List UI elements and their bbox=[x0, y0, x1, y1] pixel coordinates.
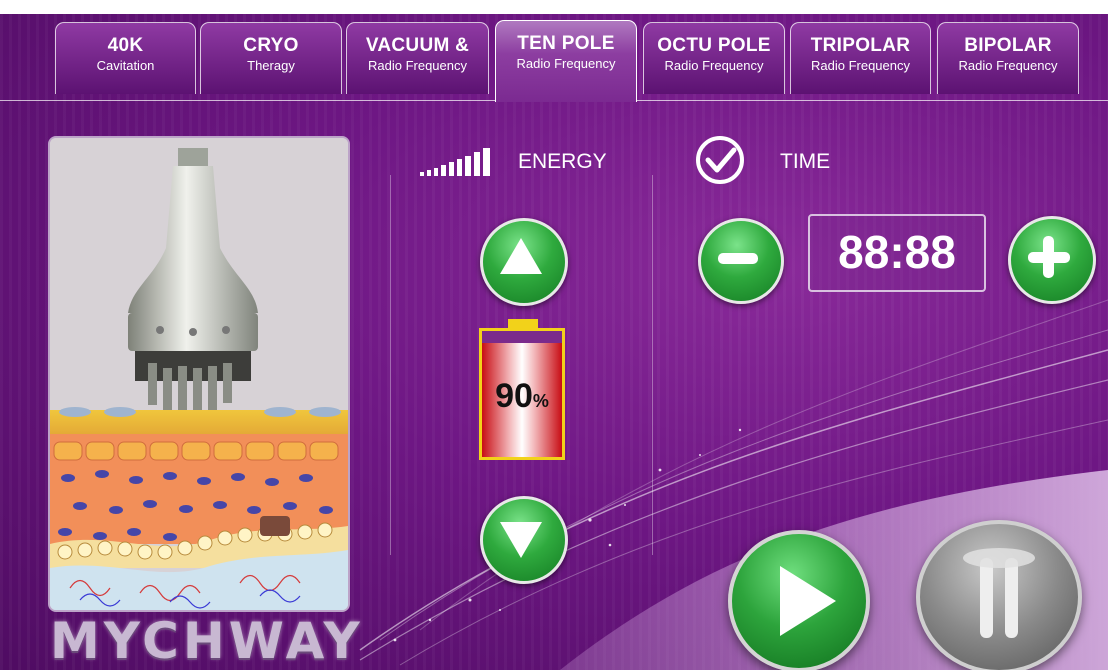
triangle-up-icon bbox=[500, 238, 542, 274]
energy-down-button[interactable] bbox=[480, 496, 568, 584]
brand-logo: MYCHWAY bbox=[50, 612, 364, 670]
energy-percent-sign: % bbox=[532, 391, 549, 411]
tab-title: TEN POLE bbox=[517, 33, 615, 54]
check-circle-icon bbox=[696, 136, 744, 184]
time-increase-button[interactable] bbox=[1008, 216, 1096, 304]
control-screen: 40K Cavitation CRYO Theragy VACUUM & Rad… bbox=[0, 0, 1108, 670]
energy-label: ENERGY bbox=[518, 150, 607, 173]
start-button[interactable] bbox=[728, 530, 870, 670]
time-label: TIME bbox=[780, 150, 831, 173]
time-display: 88:88 bbox=[808, 214, 986, 292]
signal-bars-icon bbox=[420, 148, 490, 176]
energy-level-battery: 90% bbox=[479, 319, 565, 460]
rf-handpiece-skin-image bbox=[50, 138, 348, 610]
minus-icon bbox=[718, 253, 758, 264]
energy-percent-number: 90 bbox=[495, 377, 533, 415]
battery-cap bbox=[508, 319, 538, 329]
treatment-illustration bbox=[48, 136, 350, 612]
tab-subtitle: Radio Frequency bbox=[516, 56, 616, 71]
divider-left bbox=[390, 175, 391, 555]
pause-button[interactable] bbox=[916, 520, 1082, 670]
time-decrease-button[interactable] bbox=[698, 218, 784, 304]
energy-up-button[interactable] bbox=[480, 218, 568, 306]
battery-empty-portion bbox=[482, 331, 562, 343]
plus-icon bbox=[1028, 236, 1070, 278]
play-icon bbox=[780, 566, 836, 636]
pause-icon bbox=[963, 548, 1035, 638]
divider-right bbox=[652, 175, 653, 555]
tab-ten-pole-rf[interactable]: TEN POLE Radio Frequency bbox=[495, 20, 637, 102]
triangle-down-icon bbox=[500, 522, 542, 558]
energy-level-value: 90% bbox=[482, 377, 562, 416]
